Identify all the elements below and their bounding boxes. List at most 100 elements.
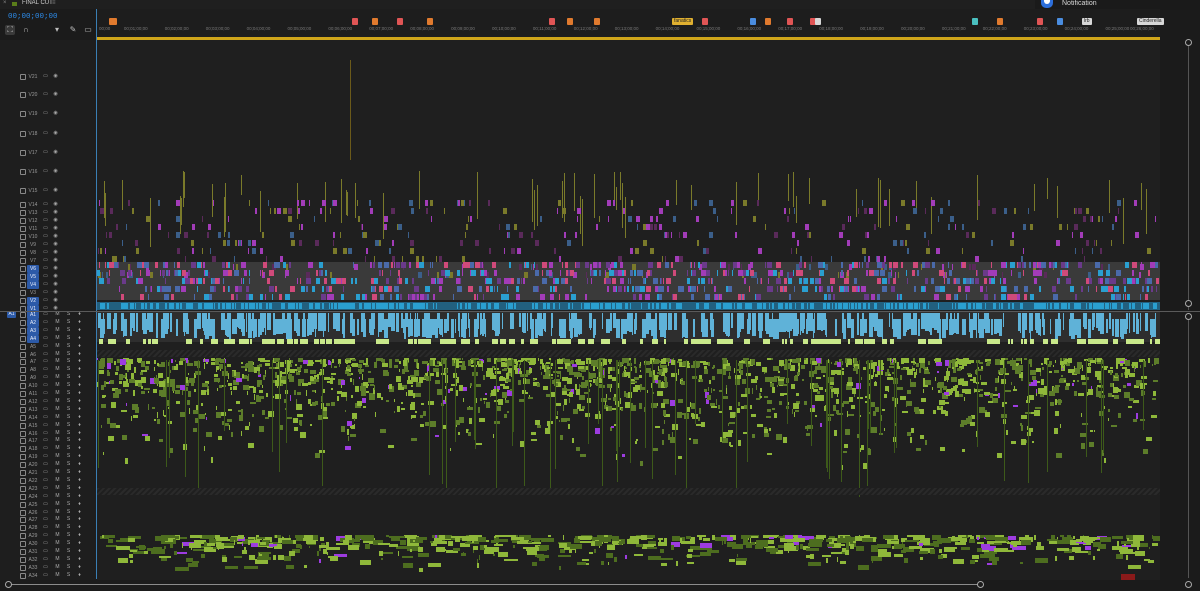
audio-clip[interactable]	[831, 392, 833, 398]
audio-clip[interactable]	[630, 360, 631, 464]
audio-clip[interactable]	[871, 375, 873, 379]
audio-clip[interactable]	[738, 440, 741, 446]
video-clip[interactable]	[791, 248, 792, 254]
video-clip[interactable]	[322, 200, 326, 206]
lock-icon[interactable]	[20, 398, 26, 405]
microphone-icon[interactable]: ♦	[77, 312, 82, 317]
audio-clip[interactable]	[275, 380, 281, 386]
audio-clip[interactable]	[826, 319, 827, 338]
audio-clip[interactable]	[727, 537, 733, 541]
video-clip[interactable]	[166, 286, 171, 292]
sync-icon[interactable]: ▭	[43, 234, 48, 239]
track-name[interactable]: V9	[27, 241, 39, 249]
video-clip[interactable]	[750, 270, 754, 276]
video-clip[interactable]	[666, 278, 671, 284]
lock-icon[interactable]	[20, 430, 26, 437]
video-clip[interactable]	[950, 216, 954, 222]
video-clip[interactable]	[845, 303, 848, 309]
audio-clip[interactable]	[557, 359, 563, 364]
video-clip[interactable]	[1098, 270, 1103, 276]
audio-clip[interactable]	[141, 386, 143, 389]
audio-clip[interactable]	[588, 360, 589, 444]
video-clip[interactable]	[866, 262, 869, 268]
video-clip[interactable]	[1078, 208, 1082, 214]
video-clip[interactable]	[122, 278, 126, 284]
audio-clip[interactable]	[435, 541, 447, 544]
audio-clip[interactable]	[493, 434, 494, 438]
audio-clip[interactable]	[334, 339, 340, 344]
audio-clip[interactable]	[736, 360, 737, 494]
audio-clip[interactable]	[148, 339, 151, 344]
video-clip[interactable]	[316, 270, 318, 276]
audio-clip[interactable]	[267, 313, 268, 328]
audio-clip[interactable]	[315, 360, 321, 362]
audio-clip[interactable]	[244, 566, 258, 569]
sync-icon[interactable]: ▭	[43, 74, 48, 79]
audio-clip[interactable]	[657, 391, 663, 396]
audio-clip[interactable]	[790, 361, 791, 365]
audio-clip[interactable]	[273, 396, 274, 398]
sync-icon[interactable]: ▭	[43, 517, 48, 522]
video-clip[interactable]	[1001, 286, 1006, 292]
video-clip[interactable]	[630, 270, 633, 276]
audio-clip[interactable]	[1033, 380, 1037, 386]
audio-clip[interactable]	[576, 447, 580, 451]
video-clip[interactable]	[709, 232, 713, 238]
solo-button[interactable]: S	[66, 398, 71, 404]
video-clip[interactable]	[630, 303, 631, 309]
video-clip[interactable]	[444, 262, 448, 268]
mute-button[interactable]: M	[55, 319, 60, 325]
video-clip[interactable]	[525, 262, 526, 268]
video-clip[interactable]	[331, 303, 333, 309]
video-clip[interactable]	[174, 262, 175, 268]
video-clip[interactable]	[1100, 248, 1102, 254]
audio-clip[interactable]	[1104, 339, 1107, 344]
audio-clip[interactable]	[904, 358, 909, 363]
audio-clip[interactable]	[947, 368, 948, 374]
video-clip[interactable]	[241, 174, 242, 195]
track-name[interactable]: V21	[27, 73, 39, 81]
video-clip[interactable]	[827, 286, 830, 292]
video-clip[interactable]	[535, 270, 539, 276]
audio-clip[interactable]	[101, 385, 104, 390]
microphone-icon[interactable]: ♦	[77, 375, 82, 380]
audio-clip[interactable]	[1053, 387, 1059, 393]
track-name[interactable]: A15	[27, 422, 39, 430]
audio-clip[interactable]	[540, 359, 543, 364]
audio-clip[interactable]	[557, 339, 562, 344]
video-clip[interactable]	[1003, 278, 1006, 284]
video-clip[interactable]	[858, 208, 859, 214]
audio-clip[interactable]	[165, 319, 167, 334]
audio-clip[interactable]	[480, 398, 482, 401]
video-clip[interactable]	[384, 286, 388, 292]
video-clip[interactable]	[643, 278, 645, 284]
audio-clip[interactable]	[595, 319, 596, 336]
video-clip[interactable]	[358, 216, 360, 222]
audio-clip[interactable]	[107, 313, 111, 330]
video-clip[interactable]	[707, 303, 708, 309]
video-clip[interactable]	[98, 248, 99, 254]
video-clip[interactable]	[666, 200, 669, 206]
video-clip[interactable]	[955, 303, 956, 309]
audio-clip[interactable]	[751, 379, 757, 383]
audio-clip[interactable]	[115, 389, 119, 391]
video-clip[interactable]	[355, 183, 356, 219]
audio-clip[interactable]	[1011, 382, 1012, 385]
video-clip[interactable]	[168, 232, 169, 238]
audio-clip[interactable]	[689, 438, 691, 440]
video-clip[interactable]	[100, 248, 102, 254]
video-clip[interactable]	[411, 208, 414, 214]
video-clip[interactable]	[274, 208, 276, 214]
video-clip[interactable]	[938, 216, 939, 222]
audio-clip[interactable]	[569, 372, 575, 375]
video-clip[interactable]	[931, 278, 932, 284]
video-clip[interactable]	[962, 224, 964, 230]
audio-clip[interactable]	[1100, 319, 1104, 335]
video-clip[interactable]	[399, 278, 402, 284]
audio-clip[interactable]	[423, 411, 426, 416]
audio-clip[interactable]	[991, 319, 993, 335]
video-clip[interactable]	[97, 270, 100, 276]
audio-clip[interactable]	[823, 339, 830, 344]
audio-clip[interactable]	[756, 385, 757, 390]
video-clip[interactable]	[802, 303, 804, 309]
